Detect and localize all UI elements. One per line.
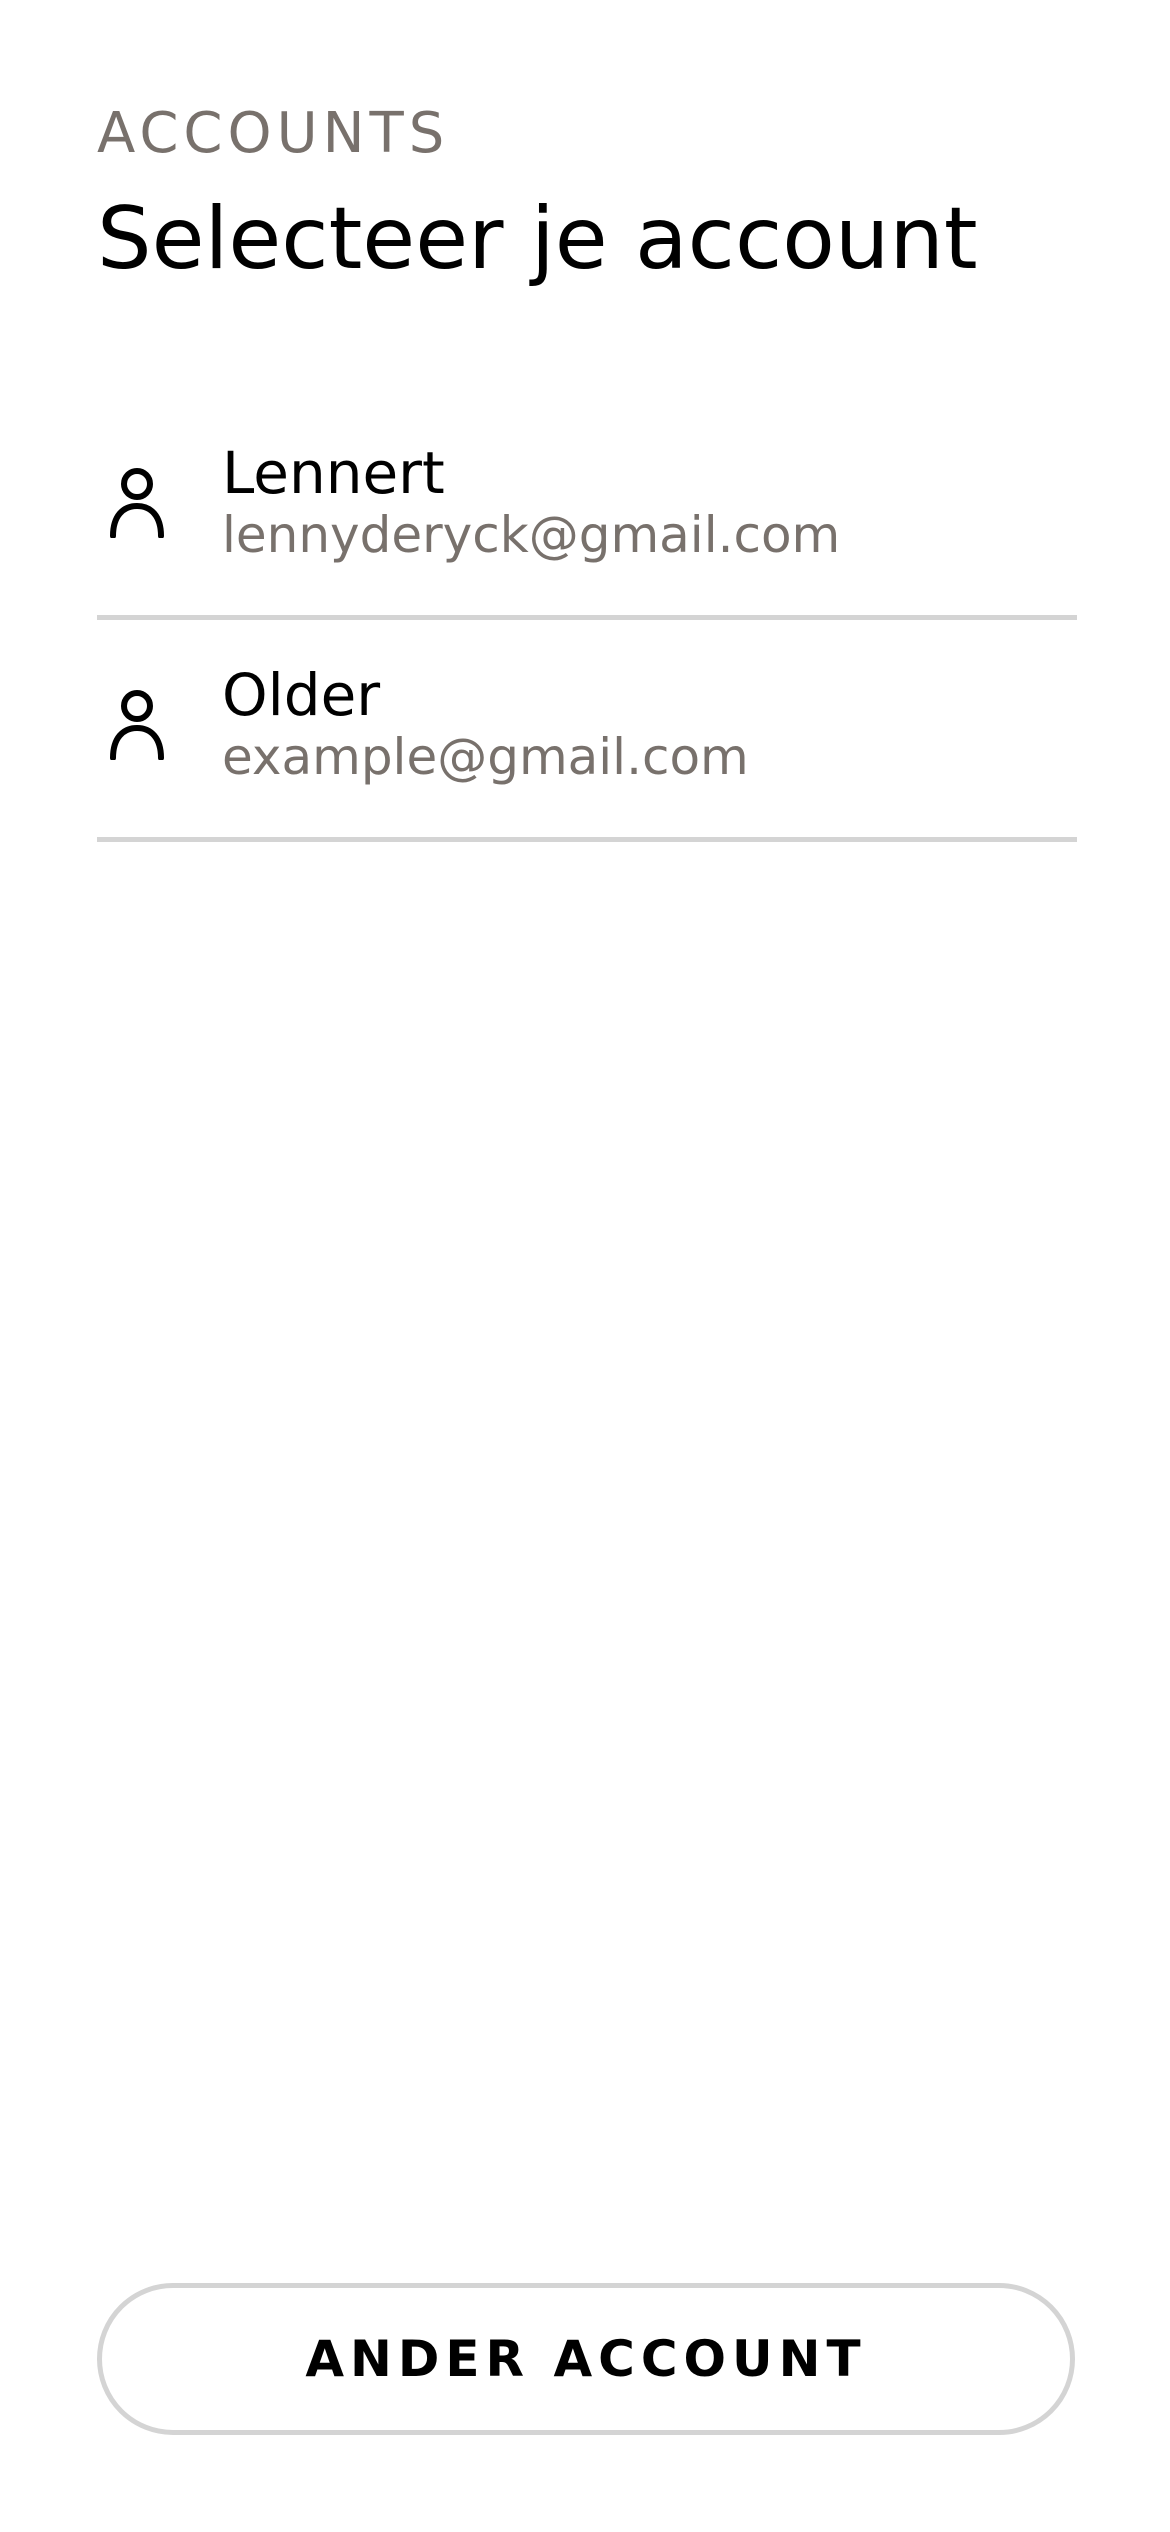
section-overline: ACCOUNTS <box>97 101 450 166</box>
account-name: Lennert <box>222 439 445 507</box>
account-picker-screen: ACCOUNTS Selecteer je account Lennert le… <box>0 0 1170 2532</box>
account-email: lennyderyck@gmail.com <box>222 506 841 564</box>
other-account-button-label: ANDER ACCOUNT <box>305 2330 867 2388</box>
page-title: Selecteer je account <box>97 189 978 289</box>
account-text: Lennert lennyderyck@gmail.com <box>222 440 840 564</box>
account-text: Older example@gmail.com <box>222 662 749 786</box>
account-item-lennert[interactable]: Lennert lennyderyck@gmail.com <box>97 400 1077 620</box>
user-icon <box>109 466 165 538</box>
other-account-button[interactable]: ANDER ACCOUNT <box>97 2283 1075 2435</box>
user-icon <box>109 688 165 760</box>
account-list: Lennert lennyderyck@gmail.com Older exam… <box>97 400 1077 842</box>
account-email: example@gmail.com <box>222 728 749 786</box>
account-name: Older <box>222 661 381 729</box>
account-item-older[interactable]: Older example@gmail.com <box>97 622 1077 842</box>
